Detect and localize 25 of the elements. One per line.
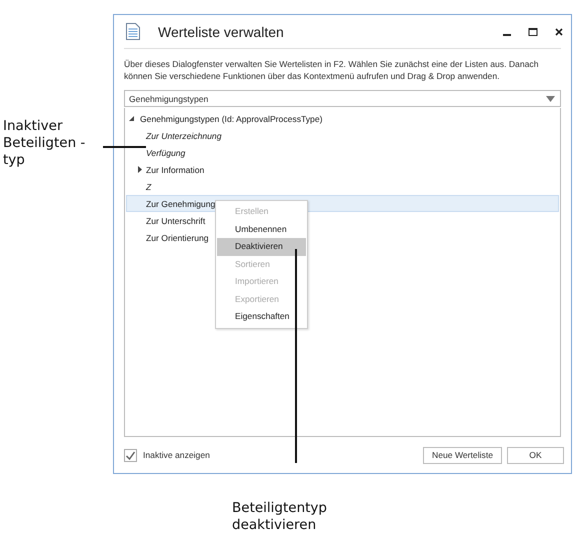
expanded-arrow-icon[interactable]: [128, 115, 135, 122]
menu-item[interactable]: Deaktivieren: [217, 238, 306, 256]
tree-item[interactable]: Zur Orientierung: [146, 232, 209, 242]
checkbox-label: Inaktive anzeigen: [143, 450, 210, 460]
list-dropdown[interactable]: Genehmigungstypen: [124, 90, 561, 107]
maximize-icon[interactable]: [527, 26, 539, 38]
collapsed-arrow-icon[interactable]: [137, 166, 144, 173]
tree-item[interactable]: Zur Unterschrift: [146, 216, 206, 226]
checkbox[interactable]: [124, 448, 137, 462]
dialog-button[interactable]: Neue Werteliste: [423, 446, 502, 464]
menu-item[interactable]: Umbenennen: [217, 220, 306, 238]
menu-item[interactable]: Eigenschaften: [217, 308, 306, 326]
document-icon: [126, 23, 140, 40]
tree-item[interactable]: Genehmigungstypen (Id: ApprovalProcessType): [140, 114, 322, 124]
description-text: Über dieses Dialogfenster verwalten Sie Wertelisten in F2. Wählen Sie zunächst eine der Listen aus. Danach können Sie verschiedene Funktionen über das Kontextmenü aufrufen und Drag & Drop anwenden.: [124, 58, 540, 82]
close-icon[interactable]: [553, 26, 565, 38]
callout-text: Inaktiver Beteiligten -typ: [3, 118, 86, 169]
tree-item[interactable]: Zur Information: [146, 164, 204, 174]
leader-line: [103, 146, 146, 148]
tree-item[interactable]: Zur Genehmigung: [146, 198, 216, 208]
callout-text: Beteiligtentyp deaktivieren: [232, 500, 328, 534]
dialog-button[interactable]: OK: [507, 446, 564, 464]
check-icon: [125, 450, 136, 460]
window-title: Werteliste verwalten: [158, 24, 285, 40]
dropdown-arrow-icon: [546, 96, 555, 102]
